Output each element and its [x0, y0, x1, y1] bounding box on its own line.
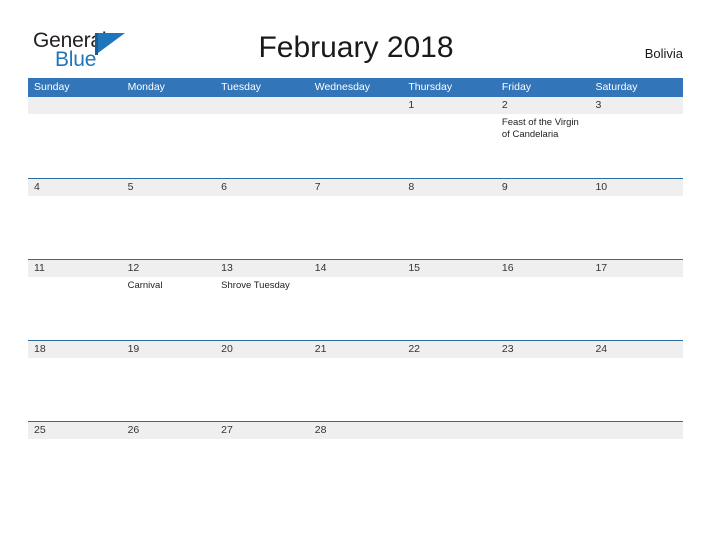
day-number: 1	[408, 99, 415, 111]
day-cell[interactable]: 19	[122, 341, 216, 421]
day-number: 2	[501, 99, 508, 111]
day-number: 15	[408, 262, 420, 274]
day-cell-empty	[496, 422, 590, 502]
page-title: February 2018	[258, 31, 454, 64]
day-number: 7	[314, 181, 321, 193]
day-cell[interactable]: 1	[402, 97, 496, 178]
calendar-week-row: 1 2 Feast of the Virgin of Candelaria 3	[28, 97, 683, 178]
day-cell[interactable]: 15	[402, 260, 496, 340]
day-cell[interactable]: 28	[309, 422, 403, 502]
day-number: 20	[221, 343, 233, 355]
day-cell[interactable]: 5	[122, 179, 216, 259]
day-cell-empty	[402, 422, 496, 502]
day-cell[interactable]: 9	[496, 179, 590, 259]
day-cell[interactable]: 13 Shrove Tuesday	[215, 260, 309, 340]
calendar-week-row: 4 5 6 7 8 9 10	[28, 178, 683, 259]
day-number: 6	[221, 181, 227, 193]
weekday-header-row: Sunday Monday Tuesday Wednesday Thursday Frid…	[28, 78, 683, 97]
day-cell[interactable]: 20	[215, 341, 309, 421]
weekday-header-monday: Monday	[127, 81, 165, 93]
day-cell[interactable]: 25	[28, 422, 122, 502]
day-cell[interactable]: 26	[122, 422, 216, 502]
day-cell-empty	[215, 97, 309, 178]
day-number: 12	[127, 262, 140, 274]
day-number: 9	[501, 181, 508, 193]
day-cell[interactable]: 27	[215, 422, 309, 502]
day-cell[interactable]: 10	[589, 179, 683, 259]
day-cell[interactable]: 18	[28, 341, 122, 421]
day-number: 16	[501, 262, 514, 274]
day-cell[interactable]: 4	[28, 179, 122, 259]
day-number: 14	[314, 262, 327, 274]
day-number: 21	[314, 343, 327, 355]
day-cell[interactable]: 3	[589, 97, 683, 178]
calendar-weeks: 1 2 Feast of the Virgin of Candelaria 3 4 5 6 7…	[28, 97, 683, 502]
day-cell[interactable]: 23	[496, 341, 590, 421]
weekday-header-wednesday: Wednesday	[314, 81, 370, 93]
day-cell[interactable]: 22	[402, 341, 496, 421]
day-number: 28	[314, 424, 327, 436]
day-number: 3	[595, 99, 602, 111]
week-cells: 25 26 27 28	[28, 422, 683, 502]
day-cell[interactable]: 7	[309, 179, 403, 259]
holiday-label: Feast of the Virgin of Candelaria	[501, 117, 579, 140]
day-cell[interactable]: 12 Carnival	[122, 260, 216, 340]
day-number: 25	[34, 424, 46, 436]
day-number: 8	[408, 181, 415, 193]
day-number: 22	[408, 343, 420, 355]
day-cell-empty	[28, 97, 122, 178]
weekday-header-sunday: Sunday	[34, 81, 70, 93]
day-number: 24	[595, 343, 608, 355]
day-number: 18	[34, 343, 46, 355]
day-number: 13	[221, 262, 233, 274]
day-number: 26	[127, 424, 140, 436]
calendar-week-row: 11 12 Carnival 13 Shrove Tuesday 14 15 16 17	[28, 259, 683, 340]
weekday-header-saturday: Saturday	[595, 81, 638, 93]
day-cell[interactable]: 21	[309, 341, 403, 421]
day-number: 11	[34, 262, 45, 274]
weekday-header-thursday: Thursday	[408, 81, 453, 93]
day-cell[interactable]: 17	[589, 260, 683, 340]
holiday-label: Shrove Tuesday	[221, 280, 290, 291]
day-number: 19	[127, 343, 140, 355]
calendar-week-row: 18 19 20 21 22 23 24	[28, 340, 683, 421]
day-number: 10	[595, 181, 608, 193]
day-cell[interactable]: 8	[402, 179, 496, 259]
day-number: 4	[34, 181, 40, 193]
week-cells: 4 5 6 7 8 9 10	[28, 179, 683, 259]
day-cell[interactable]: 24	[589, 341, 683, 421]
day-cell[interactable]: 16	[496, 260, 590, 340]
week-cells: 11 12 Carnival 13 Shrove Tuesday 14 15 16 17	[28, 260, 683, 340]
day-number: 27	[221, 424, 233, 436]
day-cell[interactable]: 14	[309, 260, 403, 340]
holiday-label: Carnival	[127, 280, 163, 291]
day-cell[interactable]: 6	[215, 179, 309, 259]
weekday-header-friday: Friday	[501, 81, 532, 93]
week-cells: 18 19 20 21 22 23 24	[28, 341, 683, 421]
calendar-week-row: 25 26 27 28	[28, 421, 683, 502]
day-cell-empty	[122, 97, 216, 178]
page-header: General Blue February 2018 Bolivia	[0, 0, 712, 78]
day-number: 17	[595, 262, 608, 274]
week-cells: 1 2 Feast of the Virgin of Candelaria 3	[28, 97, 683, 178]
day-cell-empty	[589, 422, 683, 502]
day-cell-empty	[309, 97, 403, 178]
day-number: 5	[127, 181, 134, 193]
country-label: Bolivia	[644, 46, 683, 61]
calendar-grid: Sunday Monday Tuesday Wednesday Thursday Frid…	[28, 78, 683, 502]
calendar-page: General Blue February 2018 Bolivia Sunda…	[0, 0, 712, 550]
day-cell[interactable]: 11	[28, 260, 122, 340]
day-number: 23	[501, 343, 514, 355]
weekday-header-tuesday: Tuesday	[221, 81, 262, 93]
day-cell[interactable]: 2 Feast of the Virgin of Candelaria	[496, 97, 590, 178]
